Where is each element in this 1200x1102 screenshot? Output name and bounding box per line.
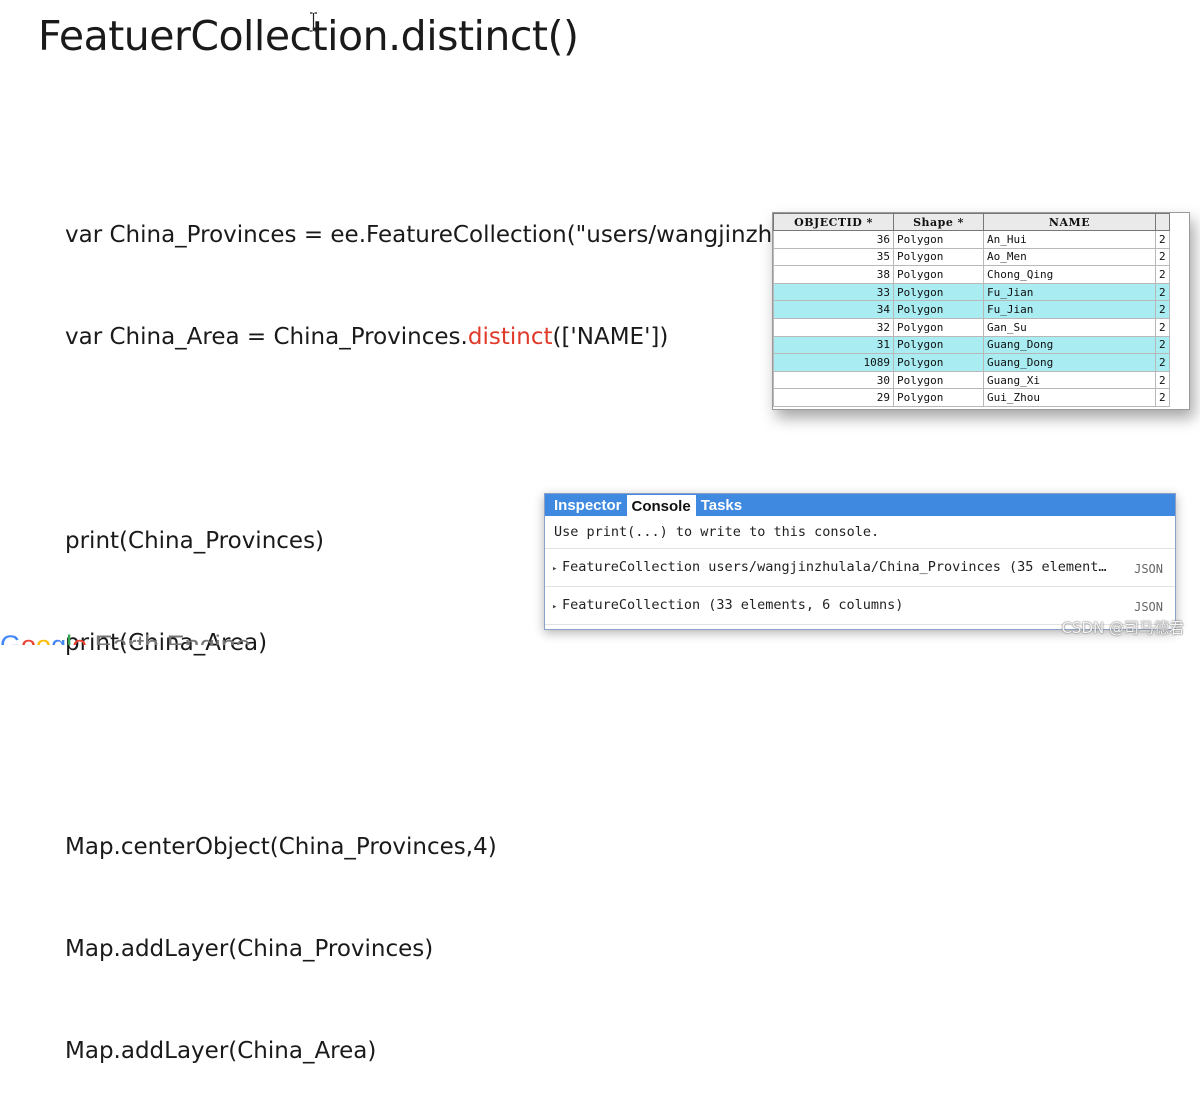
google-earth-engine-logo: Google Earth Engine <box>0 630 270 645</box>
logo-letter: G <box>0 630 22 645</box>
table-row[interactable]: 35 Polygon Ao_Men 2 <box>773 247 1170 267</box>
cell-shape: Polygon <box>893 370 984 390</box>
cell-shape: Polygon <box>893 282 984 302</box>
cell-objectid: 35 <box>773 247 894 267</box>
attribute-table: OBJECTID * Shape * NAME 36 Polygon An_Hui 2… <box>773 213 1170 407</box>
table-row[interactable]: 30 Polygon Guang_Xi 2 <box>773 370 1170 390</box>
cell-shape: Polygon <box>893 265 984 284</box>
column-header-name[interactable]: NAME <box>983 213 1156 231</box>
console-output: Use print(...) to write to this console.… <box>545 516 1175 625</box>
cell-name: Chong_Qing <box>983 265 1156 284</box>
column-header-extra[interactable] <box>1155 213 1170 231</box>
code-line: Map.addLayer(China_Area) <box>65 1038 377 1064</box>
cell-extra: 2 <box>1155 370 1170 390</box>
logo-letter: o <box>36 630 52 645</box>
console-entry[interactable]: ▸ FeatureCollection users/wangjinzhulala/… <box>545 549 1175 587</box>
cell-shape: Polygon <box>893 388 984 407</box>
code-line: Map.centerObject(China_Provinces,4) <box>65 834 497 860</box>
cell-objectid: 34 <box>773 300 894 319</box>
column-header-shape[interactable]: Shape * <box>893 213 984 231</box>
logo-letter: g <box>51 630 67 645</box>
tab-inspector[interactable]: Inspector <box>549 494 627 516</box>
cell-extra: 2 <box>1155 247 1170 267</box>
cell-shape: Polygon <box>893 247 984 267</box>
cell-objectid: 29 <box>773 388 894 407</box>
cell-name: Guang_Xi <box>983 370 1156 390</box>
cell-extra: 2 <box>1155 388 1170 407</box>
cell-name: Guang_Dong <box>983 335 1156 355</box>
console-entry-text: FeatureCollection (33 elements, 6 column… <box>562 597 904 613</box>
logo-text: Earth Engine <box>87 630 251 645</box>
cell-extra: 2 <box>1155 335 1170 355</box>
console-entry-text: FeatureCollection users/wangjinzhulala/C… <box>562 559 1107 575</box>
console-panel: Inspector Console Tasks Use print(...) t… <box>544 493 1176 630</box>
expand-caret-icon[interactable]: ▸ <box>552 589 562 624</box>
console-hint: Use print(...) to write to this console. <box>545 516 1175 549</box>
cell-name: Gui_Zhou <box>983 388 1156 407</box>
logo-letter: o <box>21 630 37 645</box>
code-line: Map.addLayer(China_Provinces) <box>65 936 434 962</box>
cell-shape: Polygon <box>893 317 984 337</box>
tab-tasks[interactable]: Tasks <box>696 494 747 516</box>
table-row[interactable]: 38 Polygon Chong_Qing 2 <box>773 265 1170 284</box>
cell-extra: 2 <box>1155 300 1170 319</box>
cell-name: Ao_Men <box>983 247 1156 267</box>
cell-objectid: 31 <box>773 335 894 355</box>
cell-shape: Polygon <box>893 230 984 249</box>
cell-name: Gan_Su <box>983 317 1156 337</box>
cell-extra: 2 <box>1155 230 1170 249</box>
table-row[interactable]: 31 Polygon Guang_Dong 2 <box>773 335 1170 355</box>
code-text: (['NAME']) <box>552 324 669 350</box>
table-row[interactable]: 36 Polygon An_Hui 2 <box>773 230 1170 249</box>
cell-name: Guang_Dong <box>983 353 1156 372</box>
table-header-row: OBJECTID * Shape * NAME <box>773 213 1170 231</box>
cell-extra: 2 <box>1155 265 1170 284</box>
table-row[interactable]: 29 Polygon Gui_Zhou 2 <box>773 388 1170 407</box>
cell-objectid: 38 <box>773 265 894 284</box>
json-link[interactable]: JSON <box>1134 551 1163 586</box>
cell-extra: 2 <box>1155 282 1170 302</box>
logo-letter: e <box>72 630 88 645</box>
cell-shape: Polygon <box>893 335 984 355</box>
cell-name: Fu_Jian <box>983 300 1156 319</box>
expand-caret-icon[interactable]: ▸ <box>552 551 562 586</box>
cell-name: Fu_Jian <box>983 282 1156 302</box>
code-keyword-highlight: distinct <box>467 324 553 350</box>
cell-extra: 2 <box>1155 353 1170 372</box>
cell-objectid: 30 <box>773 370 894 390</box>
cell-name: An_Hui <box>983 230 1156 249</box>
cell-objectid: 1089 <box>773 353 894 372</box>
watermark: CSDN @司马德君 <box>1061 619 1184 637</box>
table-row[interactable]: 33 Polygon Fu_Jian 2 <box>773 282 1170 302</box>
table-row[interactable]: 32 Polygon Gan_Su 2 <box>773 317 1170 337</box>
code-text: var China_Area = China_Provinces. <box>65 324 468 350</box>
cell-shape: Polygon <box>893 353 984 372</box>
table-row[interactable]: 1089 Polygon Guang_Dong 2 <box>773 353 1170 372</box>
tab-console[interactable]: Console <box>626 495 696 516</box>
cell-objectid: 36 <box>773 230 894 249</box>
panel-tab-bar: Inspector Console Tasks <box>545 494 1175 516</box>
text-cursor-icon <box>310 12 317 32</box>
table-row[interactable]: 34 Polygon Fu_Jian 2 <box>773 300 1170 319</box>
cell-objectid: 33 <box>773 282 894 302</box>
attribute-table-screenshot: OBJECTID * Shape * NAME 36 Polygon An_Hui 2… <box>772 212 1190 410</box>
column-header-objectid[interactable]: OBJECTID * <box>773 213 894 231</box>
cell-shape: Polygon <box>893 300 984 319</box>
cell-extra: 2 <box>1155 317 1170 337</box>
cell-objectid: 32 <box>773 317 894 337</box>
